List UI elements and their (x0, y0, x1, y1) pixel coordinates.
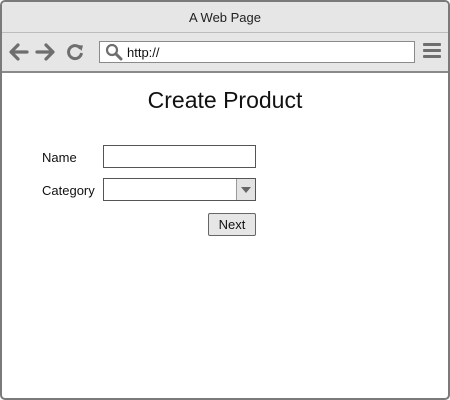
name-field[interactable] (103, 145, 256, 168)
menu-button[interactable] (423, 43, 441, 61)
url-input[interactable] (127, 44, 397, 60)
chevron-down-icon (241, 187, 251, 193)
page-title: Create Product (147, 87, 303, 113)
dropdown-arrow-button[interactable] (236, 179, 255, 200)
next-button[interactable]: Next (208, 213, 256, 236)
reload-button[interactable] (65, 42, 85, 62)
window-titlebar: A Web Page (2, 2, 448, 33)
reload-icon (67, 44, 83, 61)
arrow-left-icon (9, 43, 29, 61)
browser-toolbar (2, 33, 448, 73)
back-button[interactable] (9, 42, 29, 62)
name-label: Name (42, 150, 77, 165)
search-icon (105, 43, 123, 61)
forward-button[interactable] (35, 42, 55, 62)
page-content: Create Product Name Category Next (2, 73, 448, 395)
window-title: A Web Page (188, 9, 262, 25)
address-bar[interactable] (99, 41, 415, 63)
category-label: Category (42, 183, 95, 198)
browser-window: A Web Page http:// Create Product Name C… (0, 0, 450, 400)
arrow-right-icon (35, 43, 55, 61)
hamburger-menu-icon (423, 43, 441, 58)
category-select[interactable] (103, 178, 256, 201)
